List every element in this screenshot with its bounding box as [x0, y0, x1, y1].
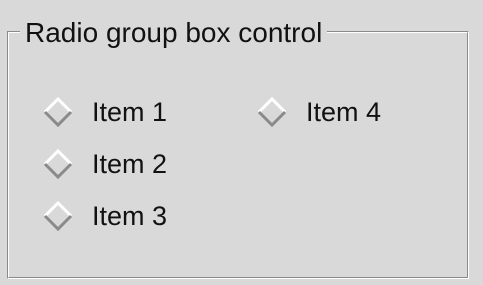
radio-diamond-icon[interactable] [42, 200, 74, 232]
radio-item-3[interactable]: Item 3 [42, 200, 167, 232]
radio-item-label: Item 1 [92, 97, 168, 127]
groupbox-title: Radio group box control [20, 16, 328, 50]
radio-item-4[interactable]: Item 4 [256, 96, 381, 128]
radio-item-label: Item 3 [92, 201, 168, 231]
radio-item-label: Item 2 [92, 149, 168, 179]
radio-diamond-icon[interactable] [256, 96, 288, 128]
radio-item-1[interactable]: Item 1 [42, 96, 167, 128]
radio-diamond-icon[interactable] [42, 96, 74, 128]
radio-item-label: Item 4 [306, 97, 382, 127]
window: Radio group box control Item 1 Item 2 It… [0, 0, 483, 285]
radio-item-2[interactable]: Item 2 [42, 148, 167, 180]
radio-diamond-icon[interactable] [42, 148, 74, 180]
